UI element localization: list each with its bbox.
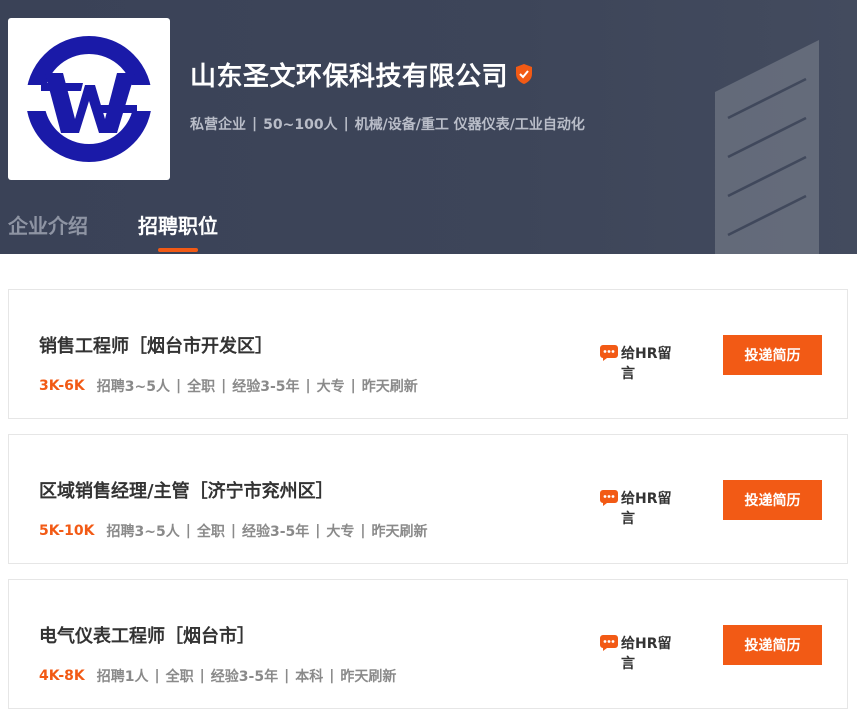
company-industry: 机械/设备/重工 仪器仪表/工业自动化	[354, 117, 585, 133]
chat-bubble-icon	[600, 635, 618, 651]
separator: |	[252, 116, 258, 132]
separator: |	[329, 668, 335, 684]
job-type: 全职	[187, 379, 216, 395]
separator: |	[185, 523, 191, 539]
job-meta: 4K-8K 招聘1人 | 全职 | 经验3-5年 | 本科 | 昨天刷新	[39, 666, 396, 686]
job-card[interactable]: 电气仪表工程师［烟台市］ 4K-8K 招聘1人 | 全职 | 经验3-5年 | …	[8, 579, 848, 709]
job-education: 大专	[326, 524, 355, 540]
company-name: 山东圣文环保科技有限公司	[190, 56, 534, 92]
job-meta: 3K-6K 招聘3~5人 | 全职 | 经验3-5年 | 大专 | 昨天刷新	[39, 376, 418, 396]
message-hr-link[interactable]: 给HR留言	[599, 489, 679, 529]
separator: |	[230, 523, 236, 539]
job-headcount: 招聘3~5人	[106, 524, 180, 540]
separator: |	[350, 378, 356, 394]
separator: |	[221, 378, 227, 394]
job-education: 本科	[295, 669, 324, 685]
job-headcount: 招聘3~5人	[96, 379, 170, 395]
job-experience: 经验3-5年	[241, 524, 310, 540]
company-header: 山东圣文环保科技有限公司 私营企业 | 50~100人 | 机械/设备/重工 仪…	[0, 0, 857, 254]
job-title[interactable]: 电气仪表工程师［烟台市］	[39, 622, 255, 648]
message-hr-link[interactable]: 给HR留言	[599, 344, 679, 384]
job-meta: 5K-10K 招聘3~5人 | 全职 | 经验3-5年 | 大专 | 昨天刷新	[39, 521, 428, 541]
company-name-text: 山东圣文环保科技有限公司	[190, 61, 509, 92]
job-experience: 经验3-5年	[232, 379, 300, 395]
job-title[interactable]: 区域销售经理/主管［济宁市兖州区］	[39, 477, 334, 503]
job-salary: 4K-8K	[39, 668, 85, 684]
chat-bubble-icon	[600, 490, 618, 506]
separator: |	[305, 378, 311, 394]
message-hr-label[interactable]: 给HR留言	[621, 634, 673, 674]
company-tabs: 企业介绍 招聘职位	[8, 210, 268, 252]
verified-shield-icon	[516, 64, 533, 84]
chat-bubble-icon	[600, 345, 618, 361]
job-type: 全职	[196, 524, 225, 540]
job-refresh-time: 昨天刷新	[340, 669, 397, 685]
building-decoration-icon	[715, 40, 819, 254]
apply-resume-button[interactable]: 投递简历	[723, 625, 822, 665]
tab-job-positions[interactable]: 招聘职位	[138, 210, 218, 252]
job-refresh-time: 昨天刷新	[361, 379, 418, 395]
separator: |	[199, 668, 205, 684]
message-hr-label[interactable]: 给HR留言	[621, 489, 673, 529]
job-card[interactable]: 区域销售经理/主管［济宁市兖州区］ 5K-10K 招聘3~5人 | 全职 | 经…	[8, 434, 848, 564]
job-refresh-time: 昨天刷新	[371, 524, 428, 540]
separator: |	[315, 523, 321, 539]
job-headcount: 招聘1人	[96, 669, 149, 685]
separator: |	[343, 116, 349, 132]
company-type: 私营企业	[190, 117, 246, 133]
company-logo	[8, 18, 170, 180]
message-hr-label[interactable]: 给HR留言	[621, 344, 673, 384]
job-type: 全职	[165, 669, 194, 685]
message-hr-link[interactable]: 给HR留言	[599, 634, 679, 674]
company-logo-sw-icon	[23, 36, 155, 162]
separator: |	[284, 668, 290, 684]
job-salary: 5K-10K	[39, 523, 95, 539]
tab-company-intro[interactable]: 企业介绍	[8, 210, 88, 239]
company-size: 50~100人	[263, 117, 338, 133]
job-card[interactable]: 销售工程师［烟台市开发区］ 3K-6K 招聘3~5人 | 全职 | 经验3-5年…	[8, 289, 848, 419]
job-education: 大专	[316, 379, 345, 395]
job-title[interactable]: 销售工程师［烟台市开发区］	[39, 332, 273, 358]
separator: |	[360, 523, 366, 539]
apply-resume-button[interactable]: 投递简历	[723, 480, 822, 520]
separator: |	[154, 668, 160, 684]
company-meta: 私营企业 | 50~100人 | 机械/设备/重工 仪器仪表/工业自动化	[190, 114, 585, 134]
apply-resume-button[interactable]: 投递简历	[723, 335, 822, 375]
job-salary: 3K-6K	[39, 378, 85, 394]
job-experience: 经验3-5年	[210, 669, 279, 685]
separator: |	[176, 378, 182, 394]
